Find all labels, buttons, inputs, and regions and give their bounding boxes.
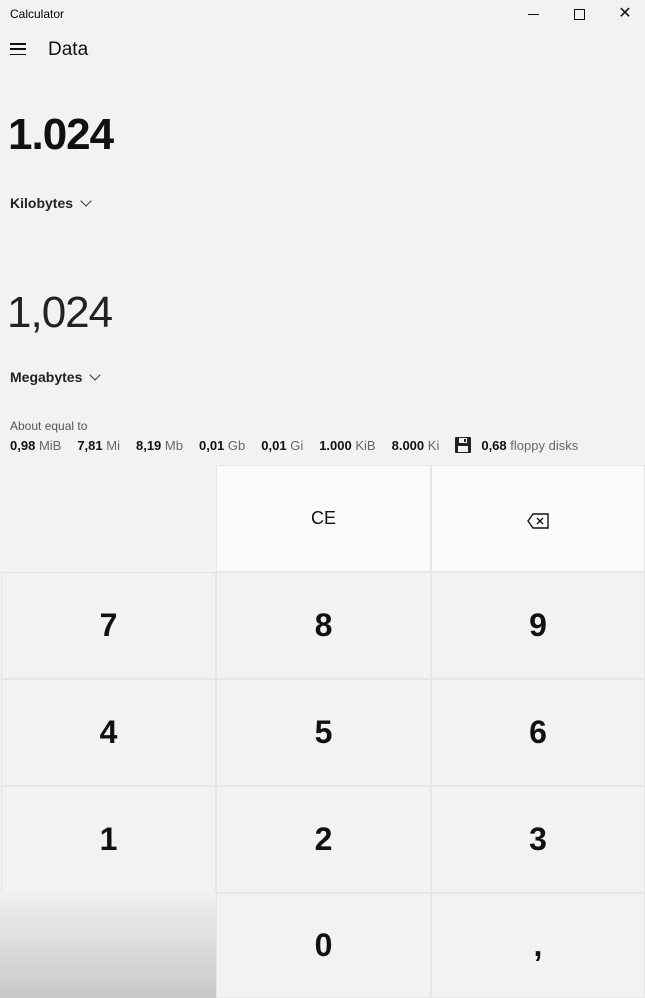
backspace-icon — [527, 500, 549, 537]
chevron-down-icon — [80, 194, 92, 207]
about-equal-label: About equal to — [10, 419, 88, 433]
digit-2-button[interactable]: 2 — [216, 786, 431, 893]
digit-7-button[interactable]: 7 — [1, 572, 216, 679]
digit-5-button[interactable]: 5 — [216, 679, 431, 786]
chevron-down-icon — [89, 368, 102, 381]
digit-8-button[interactable]: 8 — [216, 572, 431, 679]
equivalent-item: 0,01 Gb — [198, 437, 246, 453]
equivalent-item: 0,01 Gi — [261, 437, 304, 453]
minimize-button[interactable] — [510, 0, 556, 28]
equivalent-item: 8,19 Mb — [135, 437, 183, 453]
digit-6-button[interactable]: 6 — [431, 679, 645, 786]
floppy-disk-icon — [455, 437, 472, 453]
digit-1-button[interactable]: 1 — [1, 786, 216, 893]
hamburger-menu-icon[interactable] — [10, 43, 26, 55]
minimize-icon — [527, 13, 539, 15]
decimal-separator-button[interactable]: , — [431, 893, 645, 998]
backspace-button[interactable] — [431, 465, 645, 572]
empty-key-slot — [0, 892, 216, 998]
digit-0-button[interactable]: 0 — [216, 893, 431, 998]
keypad: CE 7 8 9 4 5 6 1 2 3 0 , — [0, 465, 645, 998]
equivalent-item: 8.000 Ki — [391, 437, 440, 453]
maximize-button[interactable] — [556, 0, 602, 28]
output-value[interactable]: 1,024 — [7, 288, 113, 338]
title-bar: Calculator ✕ — [0, 0, 645, 28]
header: Data — [0, 34, 645, 68]
close-button[interactable]: ✕ — [602, 0, 645, 28]
from-unit-label: Kilobytes — [10, 195, 74, 211]
digit-4-button[interactable]: 4 — [1, 679, 216, 786]
to-unit-label: Megabytes — [10, 369, 83, 385]
to-unit-dropdown[interactable]: Megabytes — [10, 368, 102, 385]
equivalent-item: 0,68 floppy disks — [481, 437, 579, 453]
digit-9-button[interactable]: 9 — [431, 572, 645, 679]
equivalent-item: 0,98 MiB — [10, 437, 62, 453]
app-title: Calculator — [10, 7, 65, 21]
input-value[interactable]: 1.024 — [8, 110, 114, 160]
from-unit-dropdown[interactable]: Kilobytes — [10, 194, 92, 211]
digit-3-button[interactable]: 3 — [431, 786, 645, 893]
mode-title: Data — [48, 39, 89, 60]
maximize-icon — [573, 8, 585, 20]
close-icon: ✕ — [618, 5, 632, 22]
equivalents-list: 0,98 MiB 7,81 Mi 8,19 Mb 0,01 Gb 0,01 Gi… — [10, 437, 594, 453]
clear-entry-button[interactable]: CE — [216, 465, 431, 572]
equivalent-item: 1.000 KiB — [319, 437, 376, 453]
equivalent-item: 7,81 Mi — [77, 437, 120, 453]
